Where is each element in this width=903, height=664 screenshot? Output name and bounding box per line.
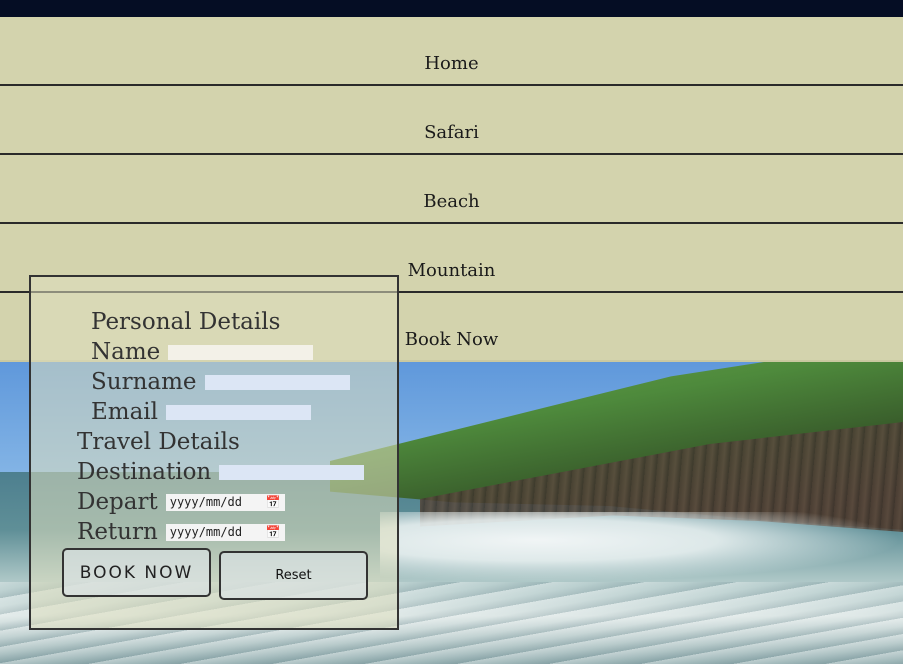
depart-date-input[interactable]: yyyy/mm/dd 📅 [165,493,285,511]
wave-foam [380,512,903,582]
name-label: Name [91,339,161,365]
travel-details-heading: Travel Details [77,429,240,455]
calendar-icon[interactable]: 📅 [266,526,281,538]
name-row: Name [91,339,314,365]
name-field[interactable] [168,344,314,360]
nav-home[interactable]: Home [0,17,903,86]
depart-date-placeholder: yyyy/mm/dd [169,495,242,509]
destination-row: Destination [77,459,365,485]
destination-field[interactable] [219,464,365,480]
return-label: Return [77,519,158,545]
book-now-button[interactable]: BOOK NOW [62,548,211,597]
nav-beach-label: Beach [423,191,480,212]
depart-row: Depart yyyy/mm/dd 📅 [77,489,285,515]
nav-safari-label: Safari [424,122,479,143]
personal-details-label: Personal Details [91,309,281,335]
email-label: Email [91,399,159,425]
nav-safari[interactable]: Safari [0,86,903,155]
return-date-placeholder: yyyy/mm/dd [169,525,243,539]
surname-label: Surname [91,369,197,395]
travel-details-label: Travel Details [77,429,240,455]
surname-field[interactable] [204,374,350,390]
nav-book-now-label: Book Now [404,329,499,350]
calendar-icon[interactable]: 📅 [266,496,281,508]
email-row: Email [91,399,312,425]
reset-button[interactable]: Reset [219,551,368,600]
destination-label: Destination [77,459,212,485]
depart-label: Depart [77,489,158,515]
surname-row: Surname [91,369,350,395]
nav-mountain-label: Mountain [407,260,496,281]
booking-form: Personal Details Name Surname Email Trav… [29,275,399,630]
return-row: Return yyyy/mm/dd 📅 [77,519,285,545]
personal-details-heading: Personal Details [91,309,280,335]
top-bar [0,0,903,17]
nav-home-label: Home [424,53,479,74]
email-field[interactable] [166,404,312,420]
nav-beach[interactable]: Beach [0,155,903,224]
return-date-input[interactable]: yyyy/mm/dd 📅 [165,523,285,541]
